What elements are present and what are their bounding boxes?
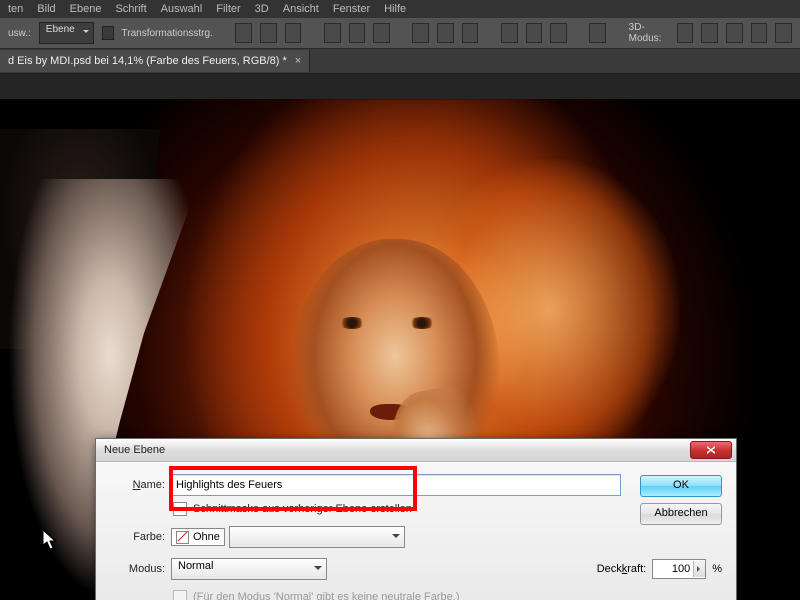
- distribute-bottom-icon[interactable]: [462, 23, 479, 43]
- color-dropdown[interactable]: [229, 526, 405, 548]
- arrange-icon[interactable]: [589, 23, 606, 43]
- menu-item[interactable]: Ansicht: [283, 3, 319, 15]
- menu-item[interactable]: Hilfe: [384, 3, 406, 15]
- 3d-mode-label: 3D-Modus:: [629, 22, 669, 44]
- menu-bar: ten Bild Ebene Schrift Auswahl Filter 3D…: [0, 0, 800, 18]
- menu-item[interactable]: Schrift: [115, 3, 146, 15]
- align-left-icon[interactable]: [324, 23, 341, 43]
- figure-eye: [338, 317, 366, 329]
- color-none-swatch: Ohne: [171, 528, 225, 546]
- opacity-suffix: %: [712, 563, 722, 575]
- canvas-area: Neue Ebene NName:ame: Schnittmaske aus v…: [0, 74, 800, 600]
- align-hcenter-icon[interactable]: [349, 23, 366, 43]
- color-label: Farbe:: [110, 531, 171, 543]
- menu-item[interactable]: ten: [8, 3, 23, 15]
- menu-item[interactable]: Fenster: [333, 3, 370, 15]
- blend-mode-dropdown[interactable]: Normal: [171, 558, 327, 580]
- align-top-icon[interactable]: [235, 23, 252, 43]
- menu-item[interactable]: Ebene: [70, 3, 102, 15]
- distribute-top-icon[interactable]: [412, 23, 429, 43]
- opacity-label: Deckkraft:: [597, 563, 647, 575]
- new-layer-dialog: Neue Ebene NName:ame: Schnittmaske aus v…: [95, 438, 737, 600]
- cancel-button[interactable]: Abbrechen: [640, 503, 722, 525]
- 3d-roll-icon[interactable]: [701, 23, 718, 43]
- close-tab-icon[interactable]: ×: [295, 55, 301, 67]
- align-right-icon[interactable]: [373, 23, 390, 43]
- 3d-slide-icon[interactable]: [751, 23, 768, 43]
- name-label: NName:ame:: [110, 479, 171, 491]
- document-tab-bar: d Eis by MDI.psd bei 14,1% (Farbe des Fe…: [0, 49, 800, 74]
- ok-button[interactable]: OK: [640, 475, 722, 497]
- 3d-orbit-icon[interactable]: [677, 23, 694, 43]
- menu-item[interactable]: Bild: [37, 3, 55, 15]
- transform-controls-label: Transformationsstrg.: [122, 28, 213, 39]
- menu-item[interactable]: Auswahl: [161, 3, 203, 15]
- dialog-titlebar[interactable]: Neue Ebene: [96, 439, 736, 462]
- close-button[interactable]: [690, 441, 732, 459]
- distribute-hcenter-icon[interactable]: [526, 23, 543, 43]
- mode-label: Modus:: [110, 563, 171, 575]
- clipping-mask-label: Schnittmaske aus vorheriger Ebene erstel…: [193, 503, 412, 515]
- distribute-left-icon[interactable]: [501, 23, 518, 43]
- neutral-fill-checkbox: [173, 590, 187, 600]
- distribute-vcenter-icon[interactable]: [437, 23, 454, 43]
- neutral-fill-label: (Für den Modus 'Normal' gibt es keine ne…: [193, 591, 460, 600]
- layer-name-input[interactable]: [171, 474, 621, 496]
- menu-item[interactable]: 3D: [255, 3, 269, 15]
- opacity-stepper-arrow[interactable]: [693, 561, 705, 577]
- 3d-zoom-icon[interactable]: [775, 23, 792, 43]
- options-bar: usw.: Ebene Transformationsstrg. 3D-Modu…: [0, 18, 800, 49]
- menu-item[interactable]: Filter: [216, 3, 240, 15]
- figure-eye: [408, 317, 436, 329]
- document-tab-title: d Eis by MDI.psd bei 14,1% (Farbe des Fe…: [8, 55, 287, 67]
- align-bottom-icon[interactable]: [285, 23, 302, 43]
- 3d-pan-icon[interactable]: [726, 23, 743, 43]
- dialog-title: Neue Ebene: [104, 444, 165, 456]
- align-vcenter-icon[interactable]: [260, 23, 277, 43]
- document-tab[interactable]: d Eis by MDI.psd bei 14,1% (Farbe des Fe…: [0, 50, 310, 72]
- none-icon: [176, 531, 189, 544]
- autoselect-label: usw.:: [8, 28, 31, 39]
- autoselect-dropdown[interactable]: Ebene: [39, 22, 94, 44]
- opacity-input[interactable]: [653, 563, 693, 575]
- transform-controls-checkbox[interactable]: [102, 26, 114, 40]
- opacity-stepper[interactable]: [652, 559, 706, 579]
- color-value: Ohne: [193, 531, 220, 543]
- clipping-mask-checkbox[interactable]: [173, 502, 187, 516]
- distribute-right-icon[interactable]: [550, 23, 567, 43]
